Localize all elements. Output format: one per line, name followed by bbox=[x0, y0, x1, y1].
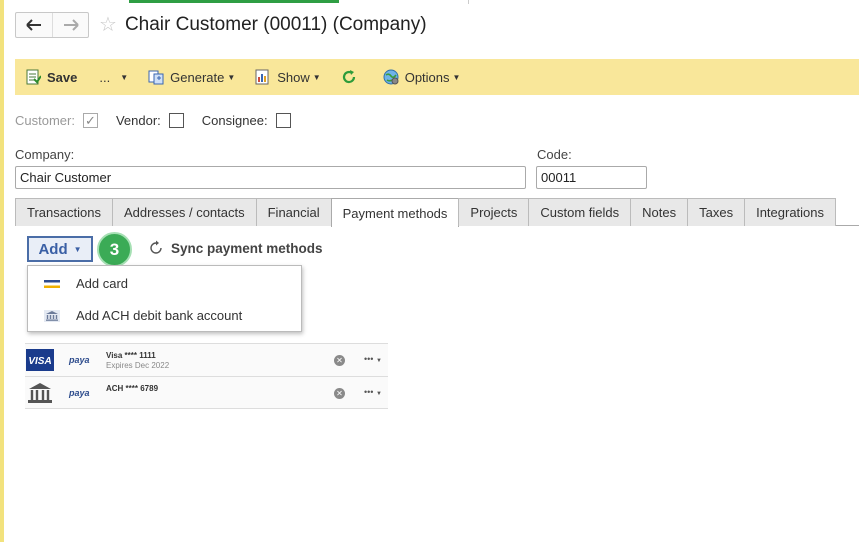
options-button[interactable]: Options ▼ bbox=[383, 69, 461, 85]
save-button[interactable]: Save bbox=[25, 69, 77, 85]
tab-payment-methods[interactable]: Payment methods bbox=[330, 198, 460, 227]
customer-label: Customer: bbox=[15, 113, 75, 128]
payment-method-row[interactable]: paya ACH **** 6789 ✕ ••• ▼ bbox=[25, 376, 388, 409]
generate-icon bbox=[148, 70, 164, 85]
tab-notes[interactable]: Notes bbox=[630, 198, 689, 226]
step-badge: 3 bbox=[97, 232, 132, 267]
save-label: Save bbox=[47, 69, 78, 85]
save-doc-icon bbox=[26, 69, 41, 85]
chevron-down-icon: ▼ bbox=[375, 358, 382, 364]
code-field[interactable]: 00011 bbox=[536, 166, 647, 189]
tab-addresses-contacts[interactable]: Addresses / contacts bbox=[111, 198, 257, 226]
sync-label: Sync payment methods bbox=[171, 240, 323, 256]
generate-button[interactable]: Generate ▼ bbox=[148, 69, 235, 85]
tab-integrations[interactable]: Integrations bbox=[744, 198, 837, 226]
tab-custom-fields[interactable]: Custom fields bbox=[528, 198, 632, 226]
menu-item-label: Add ACH debit bank account bbox=[76, 308, 243, 323]
title-bar: ☆ Chair Customer (00011) (Company) bbox=[15, 10, 427, 40]
navigation-buttons bbox=[15, 12, 89, 38]
visa-logo-icon: VISA bbox=[26, 349, 54, 371]
options-globe-icon bbox=[383, 69, 399, 85]
add-payment-method-button[interactable]: Add ▼ bbox=[27, 236, 93, 262]
left-accent-border bbox=[0, 0, 4, 542]
bank-icon bbox=[44, 309, 60, 322]
tab-financial[interactable]: Financial bbox=[255, 198, 332, 226]
payment-methods-list: VISA paya Visa **** 1111 Expires Dec 202… bbox=[25, 343, 388, 409]
menu-item-add-card[interactable]: Add card bbox=[28, 268, 301, 299]
vendor-checkbox[interactable] bbox=[168, 113, 184, 128]
chevron-down-icon: ▼ bbox=[452, 72, 461, 82]
consignee-label: Consignee: bbox=[201, 113, 268, 128]
forward-button[interactable] bbox=[52, 13, 88, 37]
bank-icon bbox=[28, 383, 52, 403]
refresh-icon bbox=[342, 70, 355, 84]
report-icon bbox=[255, 69, 269, 85]
show-label: Show bbox=[277, 69, 310, 85]
company-label: Company: bbox=[15, 147, 75, 162]
add-payment-menu: Add card Add ACH debit bank account bbox=[27, 265, 302, 332]
visa-logo-text: VISA bbox=[28, 356, 51, 367]
more-actions-button[interactable]: ... ▼ bbox=[99, 70, 128, 85]
consignee-checkbox[interactable] bbox=[275, 113, 291, 128]
page-title: Chair Customer (00011) (Company) bbox=[124, 14, 427, 35]
tab-taxes[interactable]: Taxes bbox=[687, 198, 746, 226]
generate-label: Generate bbox=[170, 69, 225, 85]
payment-method-name: Visa **** 1111 bbox=[106, 351, 156, 360]
sync-icon bbox=[150, 240, 162, 254]
processor-label: paya bbox=[69, 355, 90, 365]
refresh-button[interactable] bbox=[341, 69, 363, 85]
active-window-indicator bbox=[129, 0, 339, 3]
payment-method-expiry: Expires Dec 2022 bbox=[106, 361, 170, 370]
tab-projects[interactable]: Projects bbox=[458, 198, 530, 226]
sync-payment-methods-button[interactable]: Sync payment methods bbox=[148, 240, 323, 256]
chevron-down-icon: ▼ bbox=[227, 72, 236, 82]
remove-icon[interactable]: ✕ bbox=[334, 388, 345, 399]
more-dots: ••• bbox=[364, 387, 374, 397]
relationship-flags: Customer: ✓ Vendor: Consignee: bbox=[15, 113, 309, 128]
tab-bar: Transactions Addresses / contacts Financ… bbox=[15, 198, 859, 227]
more-actions-button[interactable]: ••• ▼ bbox=[364, 354, 382, 364]
remove-icon[interactable]: ✕ bbox=[334, 355, 345, 366]
add-label: Add bbox=[38, 240, 68, 258]
show-button[interactable]: Show ▼ bbox=[255, 69, 321, 85]
vendor-label: Vendor: bbox=[115, 113, 161, 128]
star-icon[interactable]: ☆ bbox=[99, 15, 117, 35]
chevron-down-icon: ▼ bbox=[375, 391, 382, 397]
payment-method-row[interactable]: VISA paya Visa **** 1111 Expires Dec 202… bbox=[25, 343, 388, 376]
command-bar: Save ... ▼ Generate ▼ Show ▼ Options ▼ bbox=[15, 59, 859, 95]
payment-method-name: ACH **** 6789 bbox=[106, 384, 159, 393]
chevron-down-icon: ▼ bbox=[312, 72, 321, 82]
arrow-left-icon bbox=[26, 19, 41, 31]
more-dots: ••• bbox=[364, 354, 374, 364]
more-actions-button[interactable]: ••• ▼ bbox=[364, 387, 382, 397]
top-divider bbox=[468, 0, 469, 4]
processor-label: paya bbox=[69, 388, 90, 398]
credit-card-icon bbox=[44, 277, 60, 290]
chevron-down-icon: ▼ bbox=[120, 72, 129, 82]
menu-item-add-ach[interactable]: Add ACH debit bank account bbox=[28, 300, 301, 331]
arrow-right-icon bbox=[63, 19, 79, 31]
company-field[interactable]: Chair Customer bbox=[15, 166, 526, 189]
back-button[interactable] bbox=[16, 13, 52, 37]
menu-item-label: Add card bbox=[76, 276, 129, 291]
code-label: Code: bbox=[537, 147, 572, 162]
more-label: ... bbox=[99, 69, 111, 85]
chevron-down-icon: ▼ bbox=[73, 244, 82, 254]
customer-checkbox[interactable]: ✓ bbox=[82, 113, 98, 128]
options-label: Options bbox=[404, 69, 450, 85]
tab-transactions[interactable]: Transactions bbox=[15, 198, 113, 226]
